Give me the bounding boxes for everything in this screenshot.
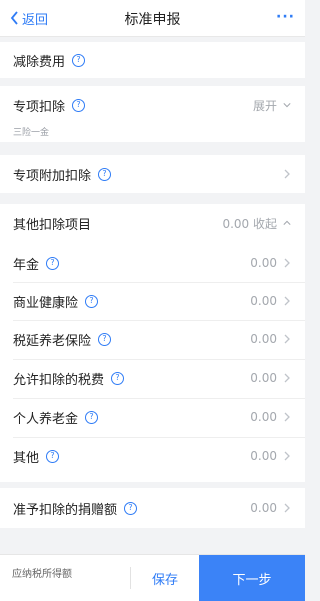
list-item[interactable]: 其他 ? 0.00 xyxy=(0,437,305,475)
other-label: 其他扣除项目 xyxy=(13,217,92,233)
card-donation: 准予扣除的捐赠额 ? 0.00 xyxy=(0,488,305,528)
help-icon[interactable]: ? xyxy=(46,256,60,270)
reduce-fees-label: 减除费用 xyxy=(13,54,66,70)
chevron-right-icon xyxy=(284,169,290,179)
list-item[interactable]: 年金 ? 0.00 xyxy=(0,244,305,282)
card-other-deductions: 其他扣除项目 0.00 收起 年金 ? 0.00 商业健康险 ? 0.00 税延… xyxy=(0,204,305,482)
chevron-right-icon xyxy=(284,296,290,306)
row-reduce-fees[interactable]: 减除费用 ? xyxy=(0,42,305,78)
chevron-up-icon xyxy=(283,220,291,225)
expand-label: 展开 xyxy=(252,98,277,113)
next-step-button[interactable]: 下一步 xyxy=(199,555,305,601)
more-menu-button[interactable]: ··· xyxy=(276,9,295,25)
help-icon[interactable]: ? xyxy=(72,53,86,67)
help-icon[interactable]: ? xyxy=(98,332,112,346)
item-label: 其他 xyxy=(13,450,40,466)
item-value: 0.00 xyxy=(250,410,277,424)
row-special[interactable]: 专项扣除 ? 展开 xyxy=(0,86,305,124)
special-label: 专项扣除 xyxy=(13,99,66,115)
list-item[interactable]: 税延养老保险 ? 0.00 xyxy=(0,320,305,358)
row-special-additional[interactable]: 专项附加扣除 ? xyxy=(0,155,305,193)
special-expand[interactable]: 展开 xyxy=(253,86,291,124)
help-icon[interactable]: ? xyxy=(98,167,112,181)
bottom-bar: 应纳税所得额 保存 下一步 xyxy=(0,554,305,601)
divider xyxy=(130,567,131,589)
item-value: 0.00 xyxy=(250,294,277,308)
list-item[interactable]: 个人养老金 ? 0.00 xyxy=(0,398,305,436)
special-subtitle: 三险一金 xyxy=(13,128,50,138)
chevron-right-icon xyxy=(284,412,290,422)
chevron-right-icon xyxy=(284,258,290,268)
special-additional-label: 专项附加扣除 xyxy=(13,168,92,184)
help-icon[interactable]: ? xyxy=(85,410,99,424)
list-item[interactable]: 允许扣除的税费 ? 0.00 xyxy=(0,359,305,397)
help-icon[interactable]: ? xyxy=(72,98,86,112)
item-value: 0.00 xyxy=(250,256,277,270)
donation-label: 准予扣除的捐赠额 xyxy=(13,502,118,518)
nav-bar: 返回 标准申报 ··· xyxy=(0,0,305,37)
other-total-collapse: 0.00 收起 xyxy=(222,216,277,231)
card-special-additional: 专项附加扣除 ? xyxy=(0,155,305,193)
item-value: 0.00 xyxy=(250,449,277,463)
chevron-right-icon xyxy=(284,503,290,513)
item-label: 商业健康险 xyxy=(13,295,79,311)
chevron-right-icon xyxy=(284,451,290,461)
row-other-header[interactable]: 其他扣除项目 0.00 收起 xyxy=(0,204,305,242)
chevron-down-icon xyxy=(283,103,291,108)
taxable-income-label: 应纳税所得额 xyxy=(12,569,72,580)
other-collapse[interactable]: 0.00 收起 xyxy=(222,204,291,242)
item-value: 0.00 xyxy=(250,332,277,346)
card-reduce-fees: 减除费用 ? xyxy=(0,42,305,78)
chevron-right-icon xyxy=(284,334,290,344)
help-icon[interactable]: ? xyxy=(111,371,125,385)
chevron-right-icon xyxy=(284,373,290,383)
page-title: 标准申报 xyxy=(124,12,181,28)
help-icon[interactable]: ? xyxy=(124,501,138,515)
save-button[interactable]: 保存 xyxy=(152,569,178,588)
item-label: 年金 xyxy=(13,257,40,273)
item-label: 税延养老保险 xyxy=(13,333,92,349)
item-label: 个人养老金 xyxy=(13,411,79,427)
donation-value: 0.00 xyxy=(250,501,277,515)
help-icon[interactable]: ? xyxy=(85,294,99,308)
row-donation[interactable]: 准予扣除的捐赠额 ? 0.00 xyxy=(0,488,305,528)
item-value: 0.00 xyxy=(250,371,277,385)
help-icon[interactable]: ? xyxy=(46,449,60,463)
list-item[interactable]: 商业健康险 ? 0.00 xyxy=(0,282,305,320)
item-label: 允许扣除的税费 xyxy=(13,372,105,388)
